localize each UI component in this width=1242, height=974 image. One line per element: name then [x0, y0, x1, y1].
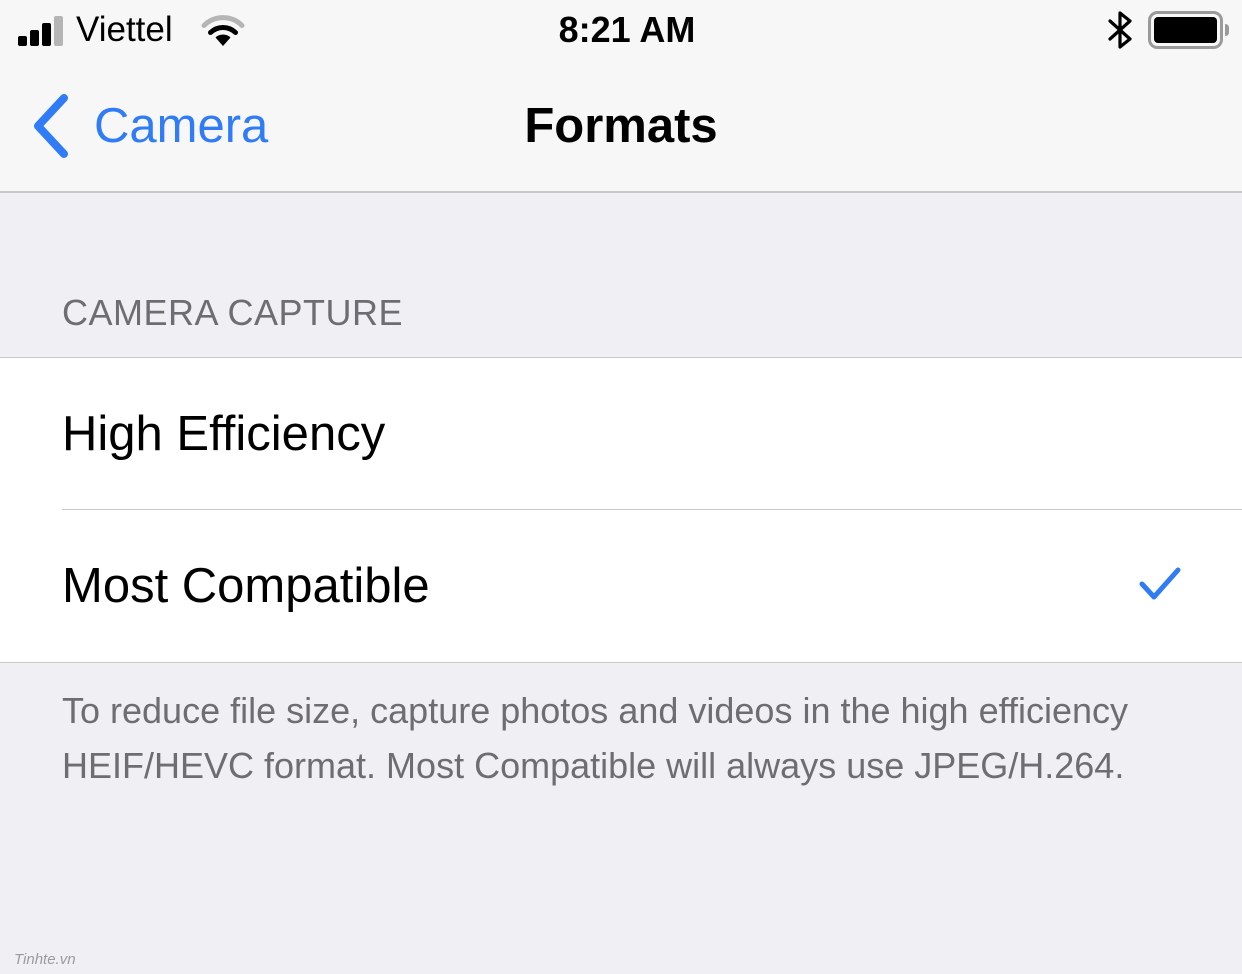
back-button[interactable]: Camera [30, 90, 268, 162]
option-high-efficiency[interactable]: High Efficiency [0, 358, 1242, 510]
status-bar: Viettel 8:21 AM [0, 0, 1242, 62]
watermark: Tinhte.vn [14, 951, 76, 968]
top-bar: Viettel 8:21 AM Formats Camera [0, 0, 1242, 193]
bluetooth-icon [1108, 11, 1132, 49]
status-time: 8:21 AM [558, 9, 696, 50]
option-label: High Efficiency [62, 407, 386, 461]
option-most-compatible[interactable]: Most Compatible [0, 510, 1242, 662]
option-label: Most Compatible [62, 559, 430, 613]
format-options-group: High Efficiency Most Compatible [0, 357, 1242, 663]
section-header: CAMERA CAPTURE [62, 292, 404, 333]
checkmark-icon [1139, 567, 1181, 600]
back-button-label: Camera [94, 99, 269, 153]
chevron-left-icon [34, 94, 68, 158]
section-footer: To reduce file size, capture photos and … [62, 690, 1128, 786]
battery-icon [1148, 11, 1229, 49]
